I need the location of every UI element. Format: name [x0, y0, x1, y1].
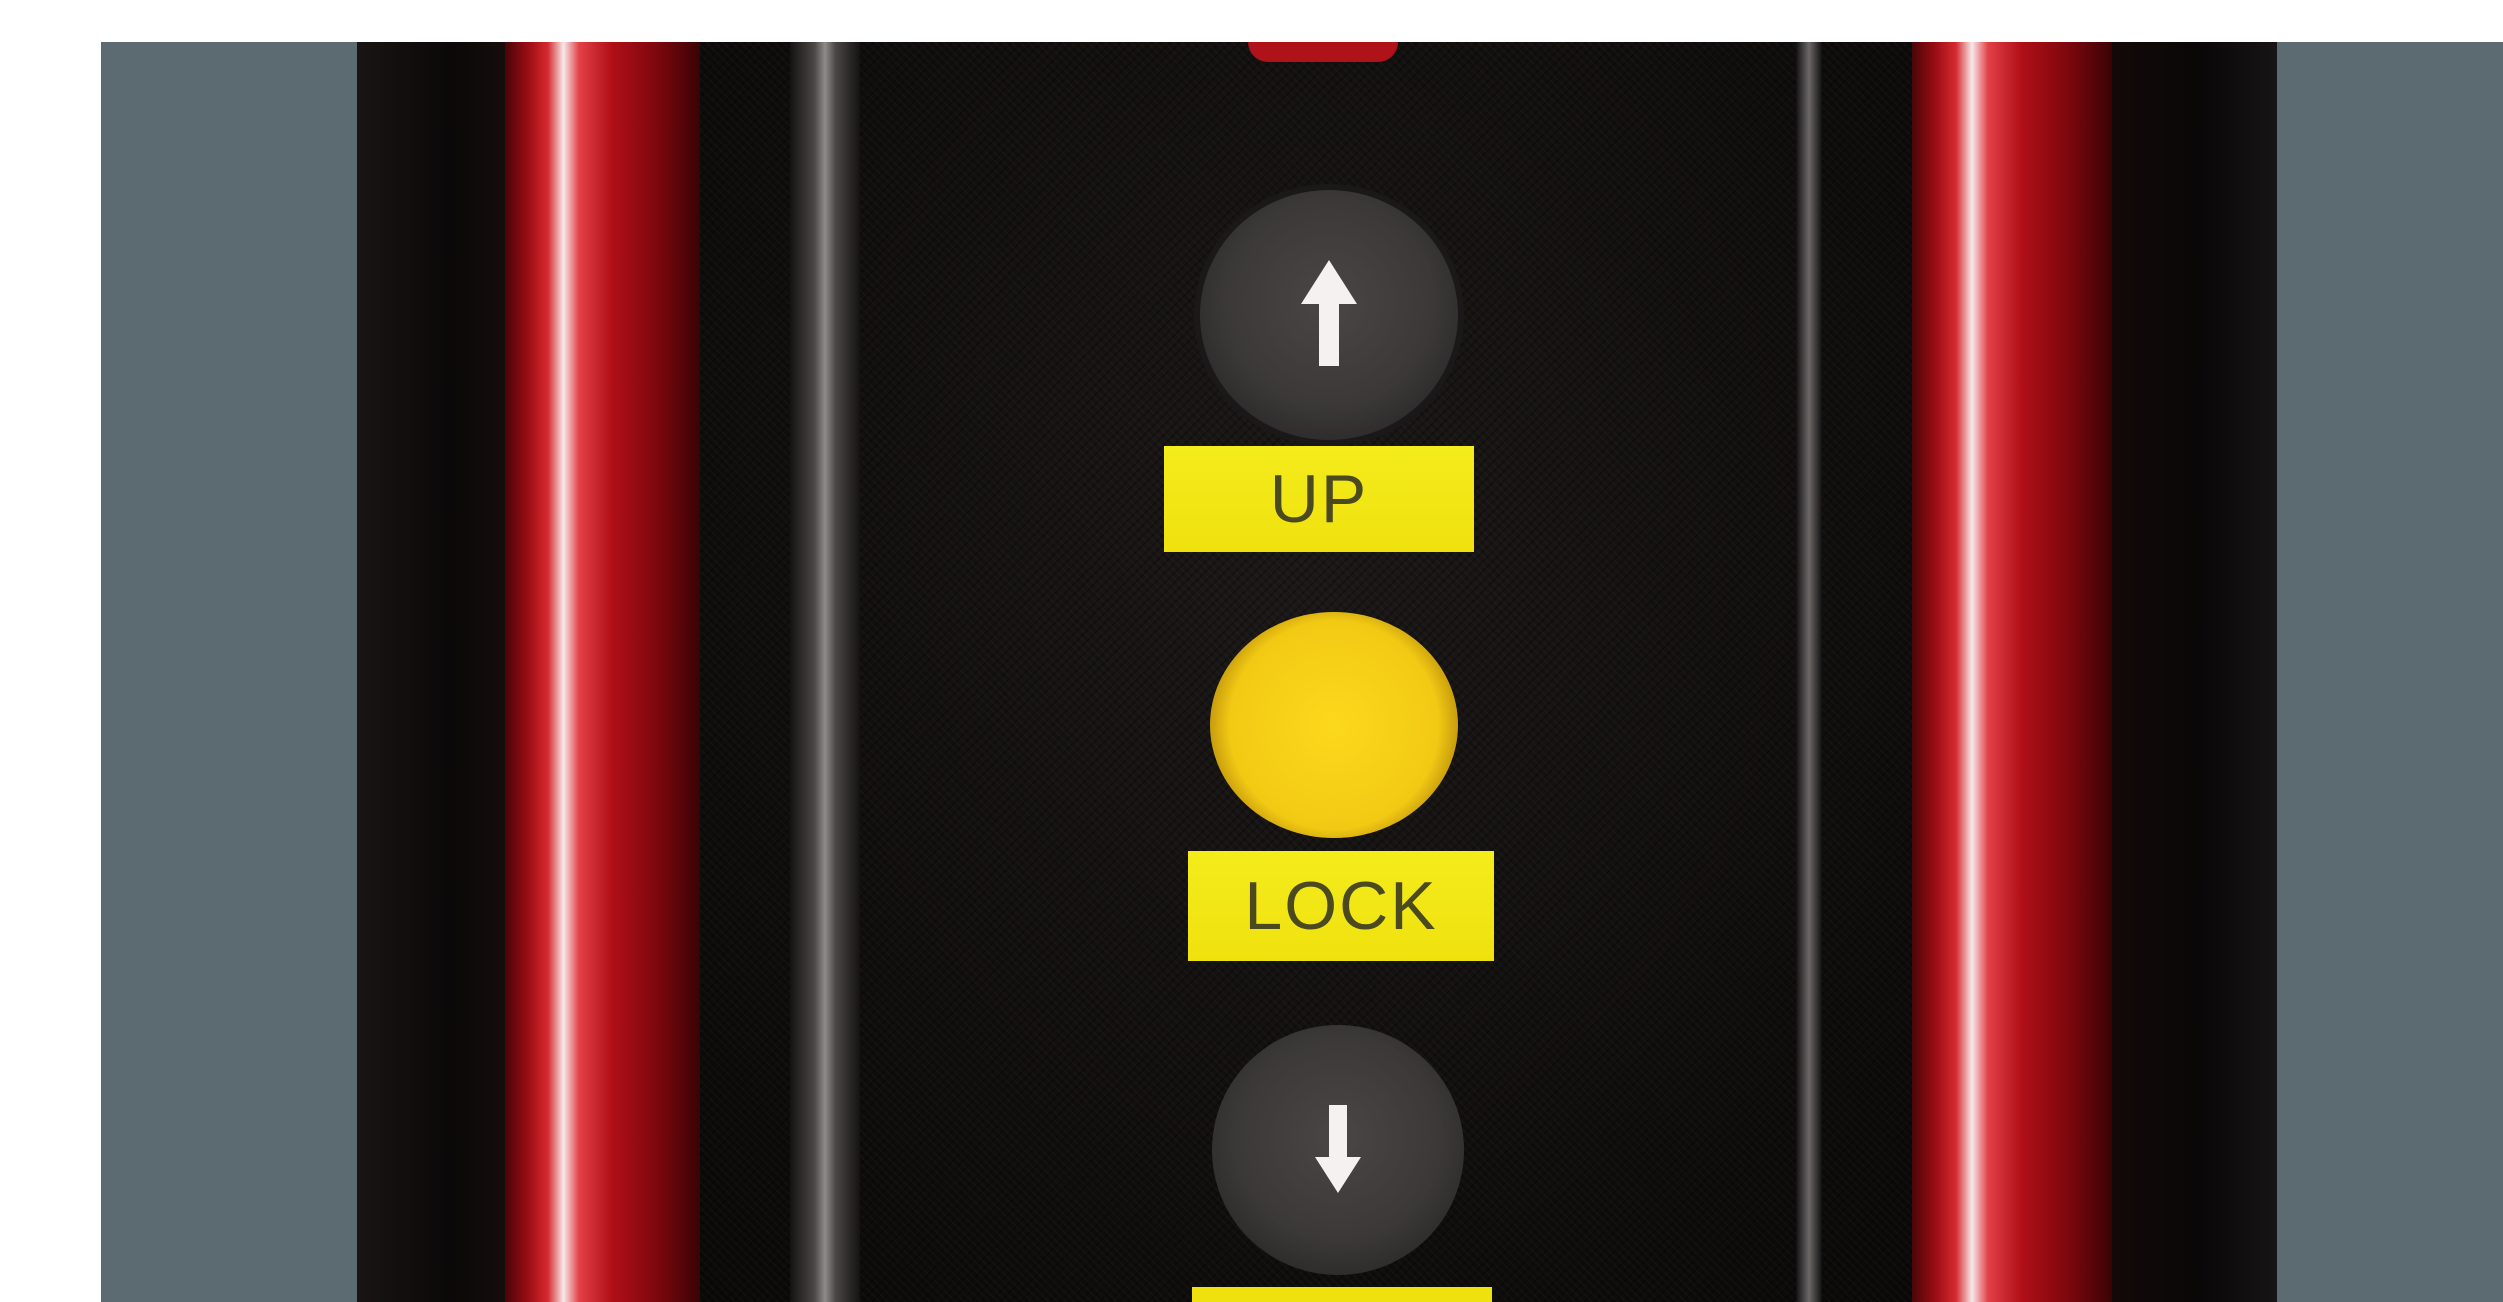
red-rail-right: [1912, 42, 2112, 1302]
down-button[interactable]: [1212, 1025, 1464, 1275]
lock-label: LOCK: [1188, 851, 1494, 961]
plate-stripe-left: [790, 42, 860, 1302]
column-edge-right: [2105, 42, 2277, 1302]
up-label: UP: [1164, 446, 1474, 552]
arrow-up-icon: [1299, 260, 1359, 370]
up-button[interactable]: [1200, 190, 1458, 440]
column-edge-left: [357, 42, 512, 1302]
arrow-down-icon: [1313, 1105, 1363, 1195]
top-red-button-edge: [1248, 42, 1398, 62]
red-rail-left: [505, 42, 700, 1302]
lock-label-text: LOCK: [1244, 868, 1438, 944]
down-label: [1192, 1287, 1492, 1302]
lock-button[interactable]: [1210, 612, 1458, 838]
up-label-text: UP: [1269, 461, 1369, 537]
grey-side-panel-left: [101, 42, 358, 1302]
plate-stripe-right: [1796, 42, 1822, 1302]
photo-scene: UP LOCK: [0, 0, 2503, 1302]
grey-side-panel-right: [2277, 42, 2503, 1302]
